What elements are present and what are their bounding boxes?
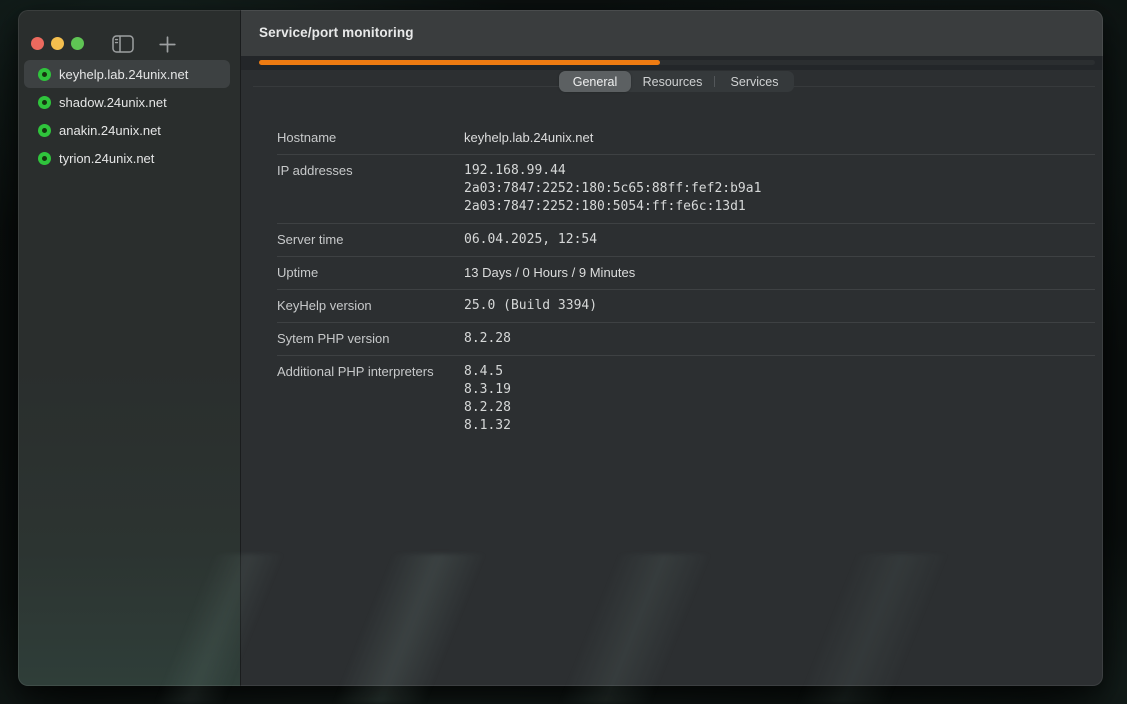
- desktop-wallpaper: keyhelp.lab.24unix.net shadow.24unix.net…: [0, 0, 1127, 704]
- row-value: 8.2.28: [464, 330, 511, 348]
- row-server-time: Server time 06.04.2025, 12:54: [277, 224, 1095, 257]
- row-label: Hostname: [277, 129, 464, 147]
- sidebar-toolbar: [112, 34, 176, 54]
- row-label: KeyHelp version: [277, 297, 464, 315]
- server-item-tyrion[interactable]: tyrion.24unix.net: [24, 144, 230, 172]
- row-uptime: Uptime 13 Days / 0 Hours / 9 Minutes: [277, 257, 1095, 290]
- tab-general[interactable]: General: [559, 71, 631, 92]
- server-name: tyrion.24unix.net: [59, 151, 154, 166]
- app-window: keyhelp.lab.24unix.net shadow.24unix.net…: [18, 10, 1103, 686]
- row-system-php-version: Sytem PHP version 8.2.28: [277, 323, 1095, 356]
- server-name: shadow.24unix.net: [59, 95, 167, 110]
- titlebar: Service/port monitoring: [241, 10, 1103, 56]
- row-hostname: Hostname keyhelp.lab.24unix.net: [277, 122, 1095, 155]
- server-status-online-icon: [38, 124, 51, 137]
- zoom-window-button[interactable]: [71, 37, 84, 50]
- tab-services[interactable]: Services: [715, 71, 794, 92]
- minimize-window-button[interactable]: [51, 37, 64, 50]
- main-panel: Service/port monitoring General Resource…: [240, 10, 1103, 686]
- row-value: 192.168.99.44 2a03:7847:2252:180:5c65:88…: [464, 162, 761, 216]
- general-tab-content: Hostname keyhelp.lab.24unix.net IP addre…: [241, 102, 1103, 686]
- row-ip-addresses: IP addresses 192.168.99.44 2a03:7847:225…: [277, 155, 1095, 224]
- progress-strip: [241, 56, 1103, 70]
- server-status-online-icon: [38, 96, 51, 109]
- row-label: Server time: [277, 231, 464, 249]
- row-value: 25.0 (Build 3394): [464, 297, 597, 315]
- server-item-keyhelp[interactable]: keyhelp.lab.24unix.net: [24, 60, 230, 88]
- row-value: 8.4.5 8.3.19 8.2.28 8.1.32: [464, 363, 511, 435]
- row-label: Uptime: [277, 264, 464, 282]
- row-value: 06.04.2025, 12:54: [464, 231, 597, 249]
- server-status-online-icon: [38, 152, 51, 165]
- tab-bar: General Resources Services: [241, 70, 1103, 102]
- tab-segmented-control: General Resources Services: [559, 71, 794, 92]
- info-rows: Hostname keyhelp.lab.24unix.net IP addre…: [277, 122, 1095, 442]
- server-list: keyhelp.lab.24unix.net shadow.24unix.net…: [24, 60, 230, 172]
- row-value: 13 Days / 0 Hours / 9 Minutes: [464, 264, 635, 282]
- row-value: keyhelp.lab.24unix.net: [464, 129, 593, 147]
- sidebar: keyhelp.lab.24unix.net shadow.24unix.net…: [18, 10, 240, 686]
- page-title: Service/port monitoring: [259, 10, 414, 56]
- row-label: Sytem PHP version: [277, 330, 464, 348]
- server-status-online-icon: [38, 68, 51, 81]
- server-name: anakin.24unix.net: [59, 123, 161, 138]
- row-label: IP addresses: [277, 162, 464, 180]
- row-keyhelp-version: KeyHelp version 25.0 (Build 3394): [277, 290, 1095, 323]
- traffic-lights: [31, 37, 84, 50]
- server-item-shadow[interactable]: shadow.24unix.net: [24, 88, 230, 116]
- close-window-button[interactable]: [31, 37, 44, 50]
- sidebar-toggle-icon[interactable]: [112, 35, 134, 53]
- progress-track: [259, 60, 1095, 65]
- server-item-anakin[interactable]: anakin.24unix.net: [24, 116, 230, 144]
- add-server-icon[interactable]: [159, 36, 176, 53]
- progress-bar: [259, 60, 660, 65]
- server-name: keyhelp.lab.24unix.net: [59, 67, 188, 82]
- row-additional-php-interpreters: Additional PHP interpreters 8.4.5 8.3.19…: [277, 356, 1095, 442]
- tab-resources[interactable]: Resources: [631, 71, 714, 92]
- row-label: Additional PHP interpreters: [277, 363, 464, 381]
